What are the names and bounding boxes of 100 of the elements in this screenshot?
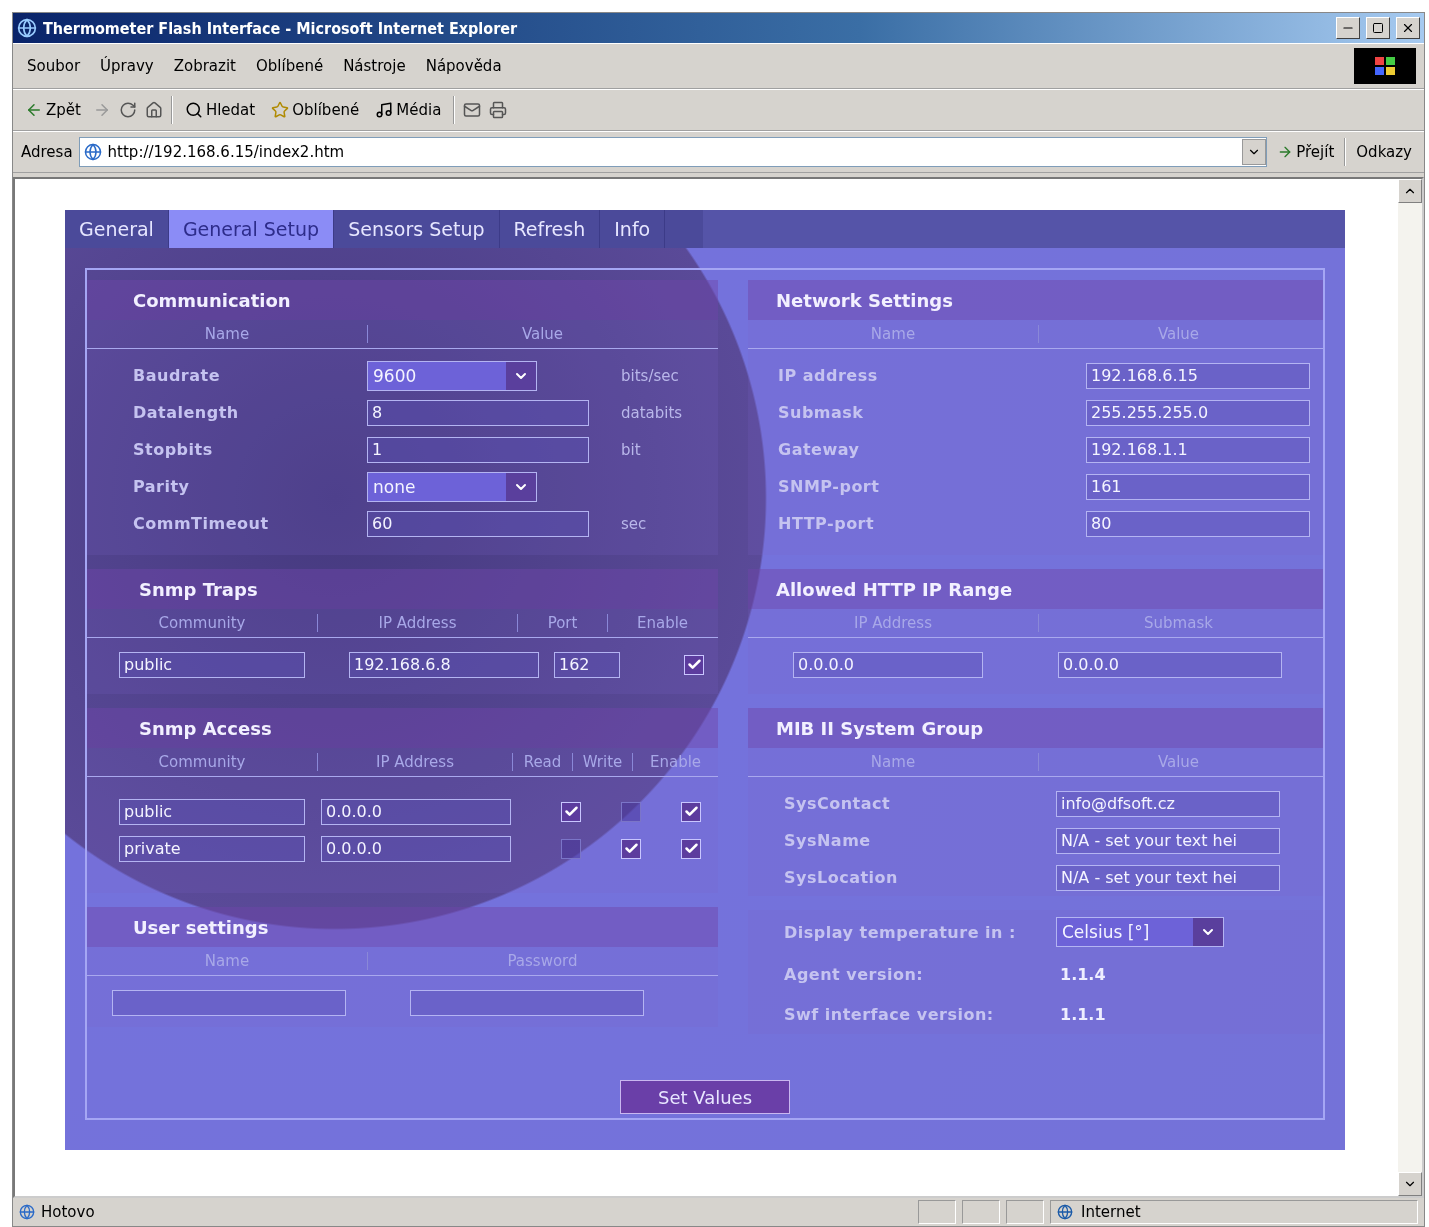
minimize-button[interactable] [1336,17,1360,39]
input-field[interactable]: 0.0.0.0 [793,651,983,678]
input-field[interactable]: 8 [367,399,589,426]
input-field[interactable]: 0.0.0.0 [321,798,511,825]
section-title: MIB II System Group [748,708,1323,748]
section-title: Communication [87,280,718,320]
field-label: Gateway [778,440,861,459]
input-field[interactable]: private [119,835,305,862]
version-value: 1.1.4 [1060,964,1107,984]
status-panel [918,1200,956,1224]
input-field[interactable]: 161 [1086,473,1310,500]
field-label: Parity [132,477,191,496]
input-field[interactable]: 1 [367,436,589,463]
input-field[interactable]: 162 [554,651,620,678]
input-field[interactable] [410,989,644,1016]
address-dropdown-button[interactable] [1242,139,1267,165]
checkbox[interactable] [681,801,701,822]
field-label: Display temperature in : [784,922,1017,942]
field-label: SNMP-port [778,477,881,496]
field-label: Datalength [132,403,240,422]
windows-logo-icon [1354,48,1416,84]
input-field[interactable]: 0.0.0.0 [1058,651,1282,678]
column-header: Port [517,614,607,632]
page-icon [19,1204,35,1220]
page-icon [83,143,102,161]
toolbar-button[interactable]: Oblíbené [267,99,364,121]
status-panel [962,1200,1000,1224]
field-label: Swf interface version: [784,1004,995,1024]
field-label: Submask [778,403,865,422]
menu-item[interactable]: Oblíbené [249,55,330,77]
printer-icon[interactable] [489,101,508,119]
input-field[interactable]: info@dfsoft.cz [1056,790,1280,817]
checkbox[interactable] [561,838,581,859]
column-header: Password [367,952,717,970]
field-label: HTTP-port [778,514,876,533]
section-title: Snmp Access [87,708,718,748]
music-icon [375,101,394,119]
menu-item[interactable]: Zobrazit [167,55,242,77]
go-button[interactable]: Přejít [1273,141,1339,163]
field-label: Stopbits [132,440,214,459]
input-field[interactable]: 80 [1086,510,1310,537]
checkbox[interactable] [621,838,641,859]
menu-item[interactable]: Nápověda [419,55,508,77]
column-header: Read [512,753,572,771]
refresh-icon[interactable] [118,101,137,119]
mail-icon[interactable] [463,101,482,119]
checkbox[interactable] [681,838,701,859]
address-field[interactable]: http://192.168.6.15/index2.htm [78,137,1268,167]
menu-item[interactable]: Nástroje [337,55,412,77]
tab[interactable]: General Setup [168,210,335,248]
menu-item[interactable]: Soubor [21,55,87,77]
checkmark-icon [623,841,639,856]
set-values-button[interactable]: Set Values [620,1080,790,1114]
input-field[interactable]: N/A - set your text hei [1056,864,1280,891]
back-button[interactable]: Zpět [21,99,85,121]
column-header: Community [157,614,247,632]
dropdown[interactable]: Celsius [°] [1056,917,1224,947]
maximize-icon [1372,22,1384,34]
input-field[interactable]: 192.168.6.15 [1086,362,1310,389]
column-header: Name [869,753,917,771]
version-value: 1.1.1 [1060,1004,1107,1024]
checkbox[interactable] [561,801,581,822]
status-panel [1006,1200,1044,1224]
column-header: Enable [632,753,718,771]
star-icon [271,101,290,119]
section-title: Allowed HTTP IP Range [748,569,1323,609]
checkbox[interactable] [684,654,704,675]
input-field[interactable]: N/A - set your text hei [1056,827,1280,854]
maximize-button[interactable] [1366,17,1390,39]
home-icon[interactable] [144,101,163,119]
section-title: Snmp Traps [87,569,718,609]
scroll-down-button[interactable] [1398,1172,1422,1196]
column-header: IP Address [317,614,517,632]
toolbar-button[interactable]: Hledat [180,99,260,121]
scroll-up-button[interactable] [1398,179,1422,203]
dropdown[interactable]: none [367,471,537,502]
input-field[interactable]: 255.255.255.0 [1086,399,1310,426]
input-field[interactable]: public [119,651,305,678]
input-field[interactable]: 0.0.0.0 [321,835,511,862]
input-field[interactable]: public [119,798,305,825]
checkmark-icon [686,657,702,672]
field-label: Baudrate [132,366,222,385]
checkmark-icon [683,804,699,819]
column-header: Community [157,753,247,771]
close-button[interactable] [1396,17,1420,39]
menu-item[interactable]: Úpravy [94,55,160,77]
dropdown[interactable]: 9600 [367,360,537,391]
input-field[interactable]: 60 [367,510,589,537]
input-field[interactable]: 192.168.6.8 [349,651,539,678]
address-label: Adresa [21,143,73,161]
input-field[interactable] [112,989,346,1016]
input-field[interactable]: 192.168.1.1 [1086,436,1310,463]
field-label: IP address [778,366,879,385]
column-header: Value [1038,753,1318,771]
toolbar-button[interactable]: Média [371,99,446,121]
field-label: SysLocation [784,868,899,887]
column-header: Value [367,325,717,343]
checkbox[interactable] [621,801,641,822]
column-header: Submask [1038,614,1318,632]
links-button[interactable]: Odkazy [1352,141,1416,163]
